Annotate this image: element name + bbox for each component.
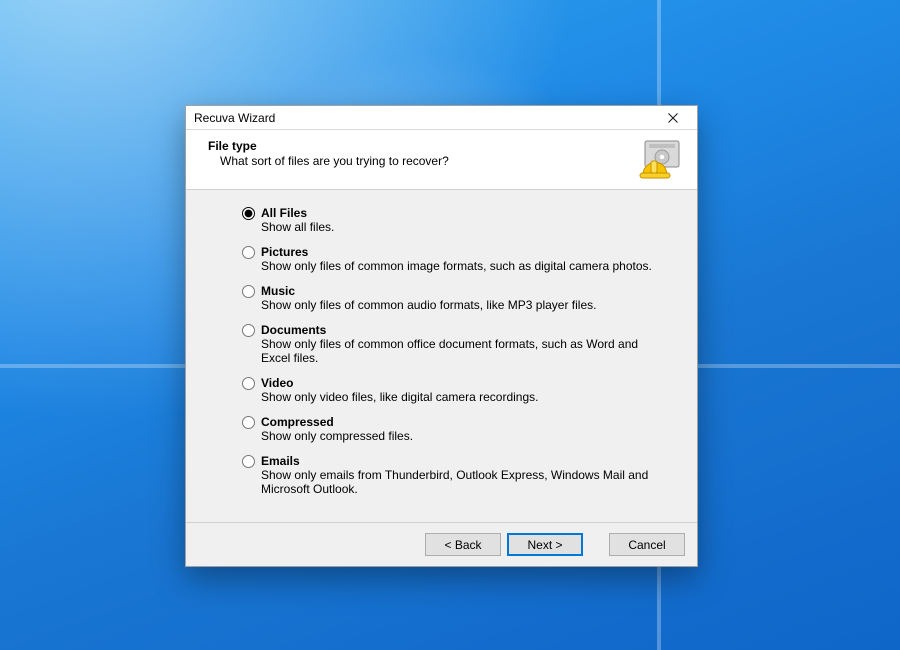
option-desc: Show only video files, like digital came… bbox=[261, 390, 538, 404]
option-documents[interactable]: Documents Show only files of common offi… bbox=[242, 323, 667, 365]
option-desc: Show only emails from Thunderbird, Outlo… bbox=[261, 468, 661, 496]
radio-video[interactable] bbox=[242, 377, 255, 390]
option-desc: Show only files of common image formats,… bbox=[261, 259, 652, 273]
radio-emails[interactable] bbox=[242, 455, 255, 468]
close-button[interactable] bbox=[653, 107, 693, 129]
option-pictures[interactable]: Pictures Show only files of common image… bbox=[242, 245, 667, 273]
back-button[interactable]: < Back bbox=[425, 533, 501, 556]
option-desc: Show all files. bbox=[261, 220, 334, 234]
option-label: Emails bbox=[261, 454, 661, 468]
option-label: Video bbox=[261, 376, 538, 390]
radio-all-files[interactable] bbox=[242, 207, 255, 220]
recuva-wizard-dialog: Recuva Wizard File type What sort of fil… bbox=[185, 105, 698, 567]
option-label: Compressed bbox=[261, 415, 413, 429]
option-label: Documents bbox=[261, 323, 661, 337]
next-button[interactable]: Next > bbox=[507, 533, 583, 556]
option-label: Music bbox=[261, 284, 596, 298]
radio-documents[interactable] bbox=[242, 324, 255, 337]
option-desc: Show only files of common office documen… bbox=[261, 337, 661, 365]
option-desc: Show only compressed files. bbox=[261, 429, 413, 443]
wizard-footer: < Back Next > Cancel bbox=[186, 522, 697, 566]
header-title: File type bbox=[208, 139, 639, 153]
radio-pictures[interactable] bbox=[242, 246, 255, 259]
option-video[interactable]: Video Show only video files, like digita… bbox=[242, 376, 667, 404]
cancel-button[interactable]: Cancel bbox=[609, 533, 685, 556]
recuva-logo-icon bbox=[639, 139, 683, 179]
wizard-header: File type What sort of files are you try… bbox=[186, 130, 697, 190]
radio-music[interactable] bbox=[242, 285, 255, 298]
wizard-body: All Files Show all files. Pictures Show … bbox=[186, 190, 697, 522]
header-subtitle: What sort of files are you trying to rec… bbox=[220, 154, 639, 168]
titlebar: Recuva Wizard bbox=[186, 106, 697, 130]
close-icon bbox=[668, 113, 678, 123]
option-desc: Show only files of common audio formats,… bbox=[261, 298, 596, 312]
window-title: Recuva Wizard bbox=[194, 111, 653, 125]
option-label: All Files bbox=[261, 206, 334, 220]
option-compressed[interactable]: Compressed Show only compressed files. bbox=[242, 415, 667, 443]
file-type-options: All Files Show all files. Pictures Show … bbox=[242, 206, 667, 496]
option-all-files[interactable]: All Files Show all files. bbox=[242, 206, 667, 234]
option-music[interactable]: Music Show only files of common audio fo… bbox=[242, 284, 667, 312]
radio-compressed[interactable] bbox=[242, 416, 255, 429]
option-emails[interactable]: Emails Show only emails from Thunderbird… bbox=[242, 454, 667, 496]
option-label: Pictures bbox=[261, 245, 652, 259]
